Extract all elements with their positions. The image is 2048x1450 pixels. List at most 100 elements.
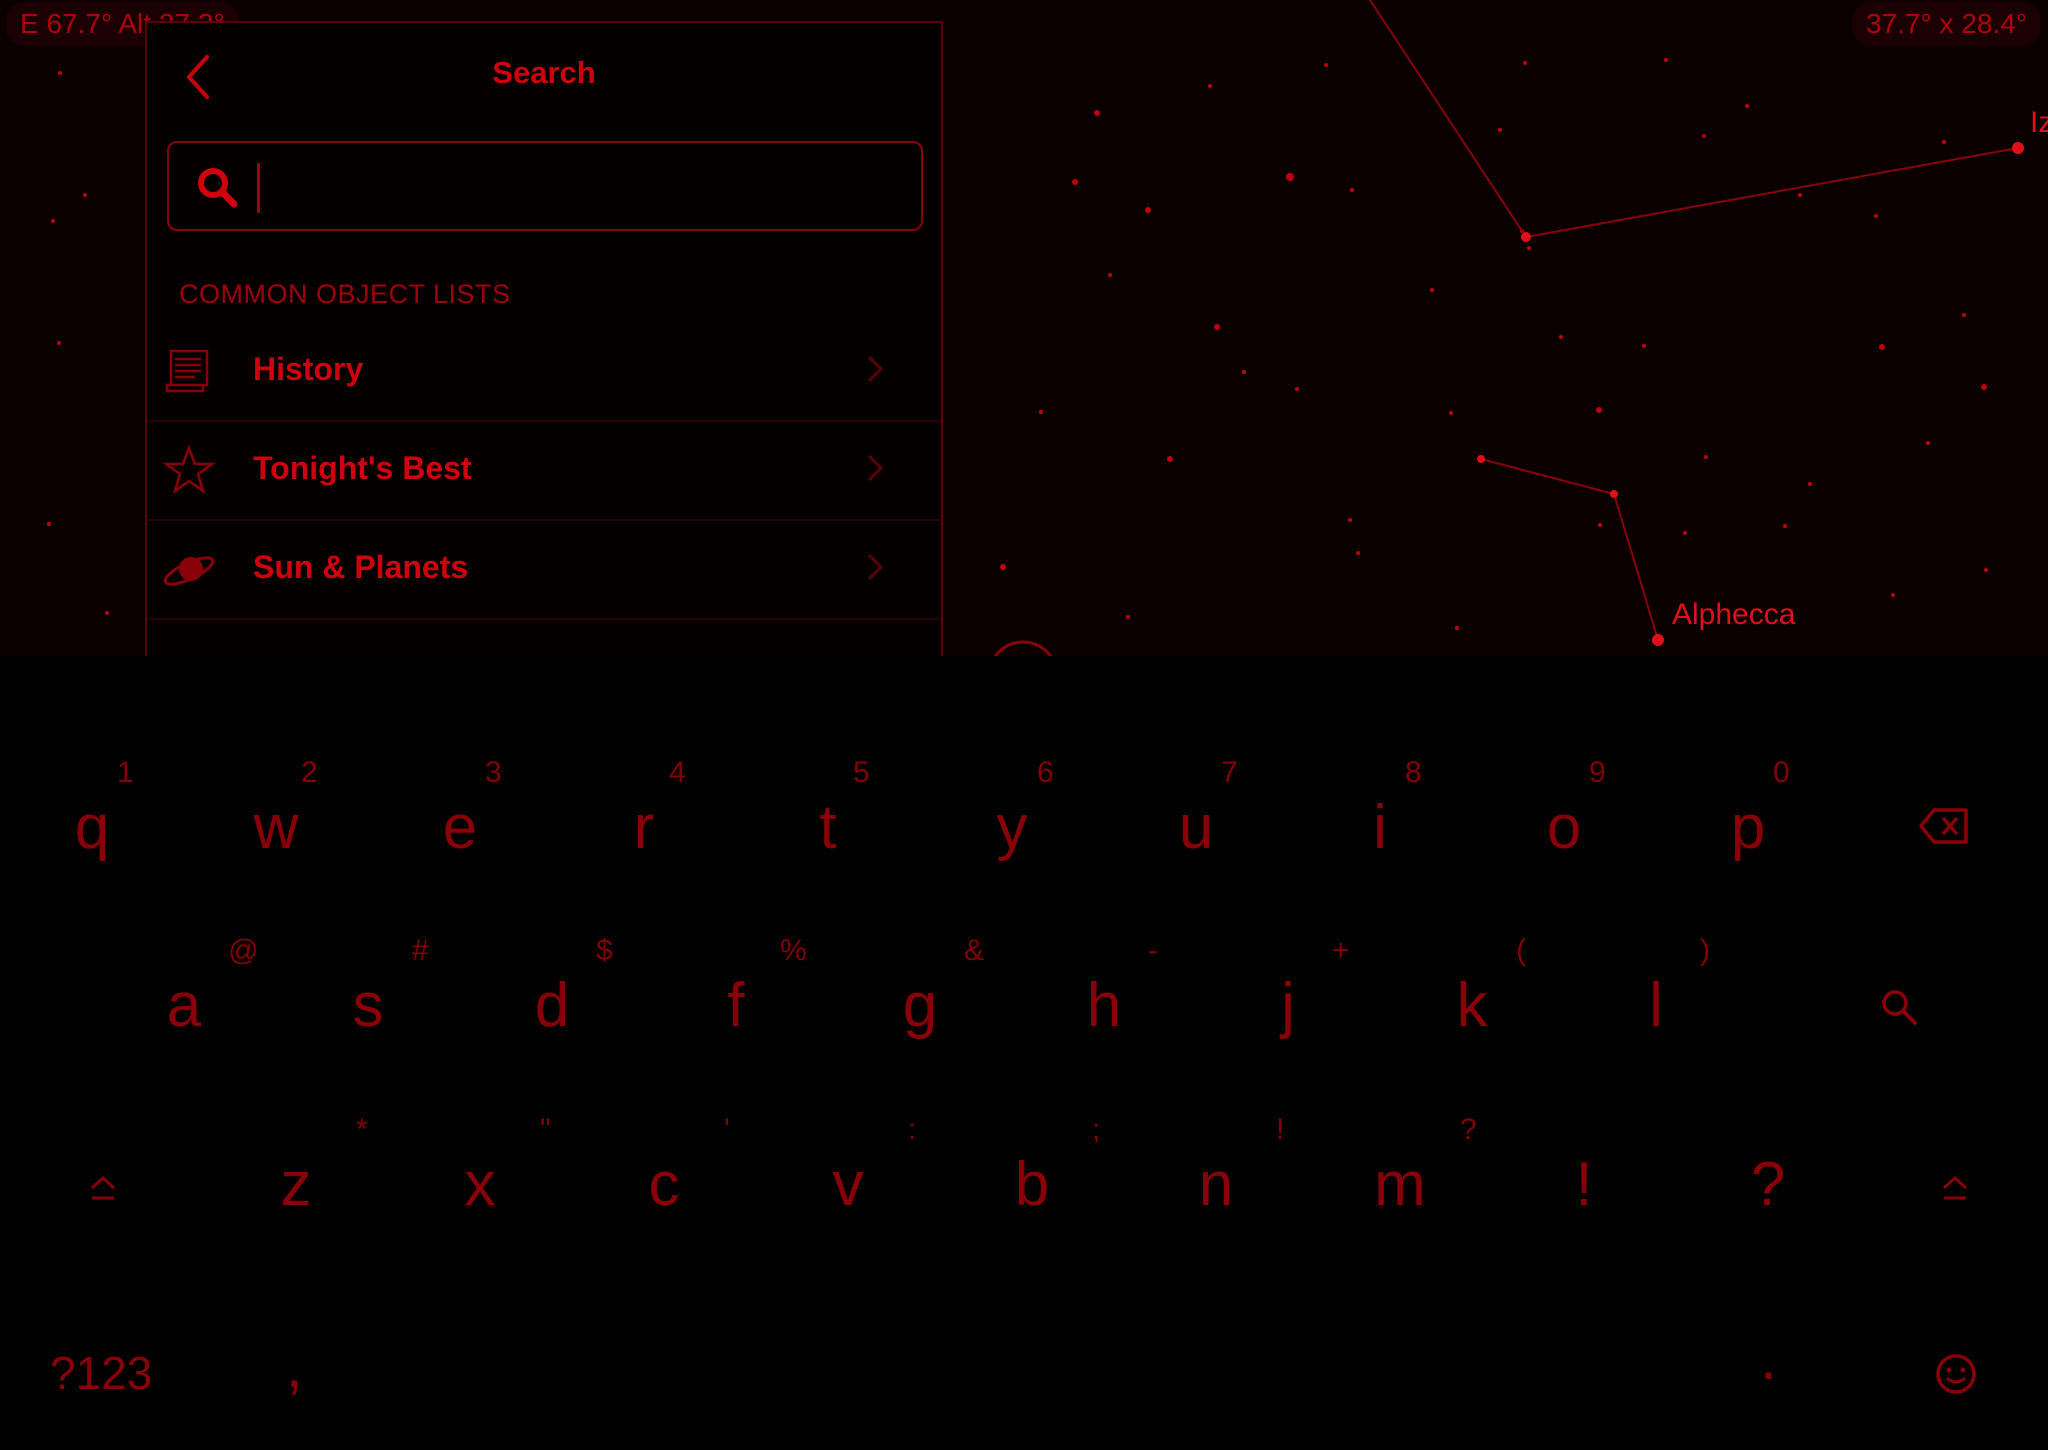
key-i[interactable]: 8i — [1320, 756, 1440, 896]
key-label: x — [464, 1150, 496, 1219]
key-f[interactable]: % f — [676, 934, 806, 1074]
key-d[interactable]: $ d — [492, 934, 613, 1074]
star-icon — [162, 444, 216, 495]
emoji-key[interactable] — [1934, 1352, 1978, 1401]
key-x[interactable]: " x — [420, 1113, 551, 1253]
key-label: t — [819, 793, 837, 862]
key-hint: @ — [228, 934, 259, 967]
key-hint: - — [1148, 934, 1158, 967]
key-label: ? — [1750, 1150, 1786, 1219]
key-u[interactable]: 7u — [1136, 756, 1256, 896]
key-label: ! — [1575, 1150, 1593, 1219]
search-key[interactable] — [1878, 986, 1920, 1033]
panel-title: Search — [492, 55, 596, 90]
key-label: m — [1374, 1150, 1426, 1219]
key-label: p — [1730, 793, 1766, 862]
shift-key-right[interactable] — [1938, 1172, 1972, 1211]
key-label: l — [1649, 971, 1663, 1040]
key-hint: 6 — [1037, 756, 1054, 789]
key-label: h — [1086, 971, 1122, 1040]
key-hint: + — [1332, 934, 1350, 967]
shift-key-left[interactable] — [86, 1172, 120, 1211]
key-hint: * — [356, 1113, 368, 1146]
key-w[interactable]: 2w — [216, 756, 336, 896]
key-label: j — [1281, 971, 1295, 1040]
key-hint: 2 — [301, 756, 318, 789]
key-label: z — [280, 1150, 312, 1219]
backspace-icon — [1919, 808, 1968, 844]
key-n[interactable]: ! n — [1156, 1113, 1285, 1253]
list-item-history[interactable]: History — [147, 323, 941, 422]
key-label: s — [352, 971, 384, 1040]
key-hint: ; — [1092, 1113, 1101, 1146]
chevron-right-icon — [867, 355, 884, 383]
object-list: History Tonight's Best Sun & Planets — [147, 323, 941, 620]
scroll-icon — [165, 349, 209, 393]
on-screen-keyboard: 1q 2w 3e 4r 5t 6y 7u 8i 9o 0p @ a # s $ d %… — [0, 656, 2048, 1450]
key-hint: 5 — [853, 756, 870, 789]
key-p[interactable]: 0p — [1688, 756, 1808, 896]
key-label: k — [1456, 971, 1488, 1040]
key-s[interactable]: # s — [308, 934, 429, 1074]
key-a[interactable]: @ a — [124, 934, 259, 1074]
list-item-sun-planets[interactable]: Sun & Planets — [147, 521, 941, 620]
key-q[interactable]: 1q — [32, 756, 152, 896]
key-label: f — [727, 971, 745, 1040]
key-label: r — [633, 793, 655, 862]
search-field[interactable] — [167, 141, 923, 231]
star-label-partial[interactable]: Iz — [2030, 106, 2048, 140]
key-label: y — [996, 793, 1028, 862]
key-r[interactable]: 4r — [584, 756, 704, 896]
key-label: a — [166, 971, 202, 1040]
backspace-key[interactable] — [1918, 806, 1970, 851]
key-b[interactable]: ; b — [972, 1113, 1101, 1253]
key-hint: ) — [1700, 934, 1710, 967]
key-hint: 4 — [669, 756, 686, 789]
key-l[interactable]: ) l — [1596, 934, 1716, 1074]
shift-icon — [1942, 1175, 1968, 1200]
search-input[interactable] — [257, 163, 910, 213]
search-panel: Search COMMON OBJECT LISTS History Tonig… — [145, 21, 943, 656]
key-exclamation[interactable]: ! — [1524, 1113, 1644, 1253]
key-hint: 0 — [1773, 756, 1790, 789]
list-item-tonights-best[interactable]: Tonight's Best — [147, 422, 941, 521]
search-icon — [198, 168, 238, 208]
key-e[interactable]: 3e — [400, 756, 520, 896]
key-hint: : — [908, 1113, 917, 1146]
key-t[interactable]: 5t — [768, 756, 888, 896]
comma-key[interactable]: , — [286, 1332, 303, 1401]
period-key[interactable]: . — [1760, 1324, 1777, 1393]
key-j[interactable]: + j — [1228, 934, 1350, 1074]
key-question[interactable]: ? — [1708, 1113, 1828, 1253]
star-label-alphecca[interactable]: Alphecca — [1672, 598, 1795, 632]
key-hint: 8 — [1405, 756, 1422, 789]
key-hint: ( — [1516, 934, 1526, 967]
key-hint: & — [964, 934, 985, 967]
symbols-key[interactable]: ?123 — [50, 1346, 152, 1400]
list-item-label: History — [253, 351, 364, 387]
key-label: i — [1373, 793, 1387, 862]
key-hint: 7 — [1221, 756, 1238, 789]
key-k[interactable]: (k — [1412, 934, 1532, 1074]
key-label: w — [253, 793, 299, 862]
space-bar[interactable] — [340, 1336, 1630, 1406]
key-label: b — [1014, 1150, 1050, 1219]
key-hint: % — [780, 934, 807, 967]
key-h[interactable]: -h — [1044, 934, 1164, 1074]
key-y[interactable]: 6y — [952, 756, 1072, 896]
key-hint: " — [540, 1113, 551, 1146]
key-v[interactable]: :v — [788, 1113, 917, 1253]
list-item-label: Sun & Planets — [253, 549, 469, 585]
key-label: q — [74, 793, 110, 862]
key-label: n — [1198, 1150, 1234, 1219]
key-hint: $ — [596, 934, 613, 967]
key-hint: ! — [1276, 1113, 1285, 1146]
key-g[interactable]: & g — [860, 934, 984, 1074]
key-o[interactable]: 9o — [1504, 756, 1624, 896]
chevron-right-icon — [867, 454, 884, 482]
key-c[interactable]: ' c — [604, 1113, 730, 1253]
key-label: g — [902, 971, 938, 1040]
key-hint: ' — [724, 1113, 730, 1146]
key-z[interactable]: * z — [236, 1113, 368, 1253]
key-m[interactable]: ? m — [1340, 1113, 1477, 1253]
